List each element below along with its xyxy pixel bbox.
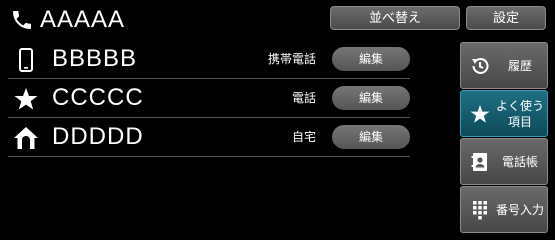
- list-item[interactable]: CCCCC 電話 編集: [8, 79, 410, 118]
- page-title: AAAAA: [40, 6, 126, 33]
- contact-name: CCCCC: [52, 84, 144, 111]
- star-icon: [470, 105, 490, 123]
- edit-button[interactable]: 編集: [332, 86, 410, 110]
- contact-type-label: 電話: [291, 91, 316, 105]
- sidebar-item-label: 番号入力: [495, 202, 544, 217]
- sidebar: 履歴 よく使う 項目 電話帳 番号入力: [460, 40, 548, 234]
- sidebar-item-label: よく使う 項目: [495, 98, 544, 129]
- contact-name: BBBBB: [52, 45, 138, 72]
- sidebar-item-dial[interactable]: 番号入力: [460, 186, 548, 233]
- contact-name: DDDDD: [52, 123, 144, 150]
- sidebar-item-label: 電話帳: [501, 154, 538, 169]
- history-icon: [472, 57, 489, 74]
- star-icon: [14, 88, 38, 110]
- mobile-phone-icon: [19, 48, 33, 72]
- home-icon: [14, 127, 38, 149]
- edit-button[interactable]: 編集: [332, 125, 410, 149]
- sidebar-item-favorites[interactable]: よく使う 項目: [460, 90, 548, 137]
- sidebar-item-phonebook[interactable]: 電話帳: [460, 138, 548, 185]
- contact-type-label: 携帯電話: [267, 52, 316, 66]
- settings-button[interactable]: 設定: [466, 6, 546, 30]
- sidebar-item-history[interactable]: 履歴: [460, 42, 548, 89]
- phone-icon: [13, 11, 31, 29]
- list-item[interactable]: BBBBB 携帯電話 編集: [8, 40, 410, 79]
- divider: [8, 156, 410, 157]
- sidebar-item-label: 履歴: [507, 58, 532, 73]
- edit-button[interactable]: 編集: [332, 47, 410, 71]
- keypad-icon: [473, 201, 487, 220]
- phonebook-icon: [471, 153, 487, 171]
- list-item[interactable]: DDDDD 自宅 編集: [8, 118, 410, 157]
- contact-type-label: 自宅: [291, 130, 316, 144]
- sort-button[interactable]: 並べ替え: [330, 6, 460, 30]
